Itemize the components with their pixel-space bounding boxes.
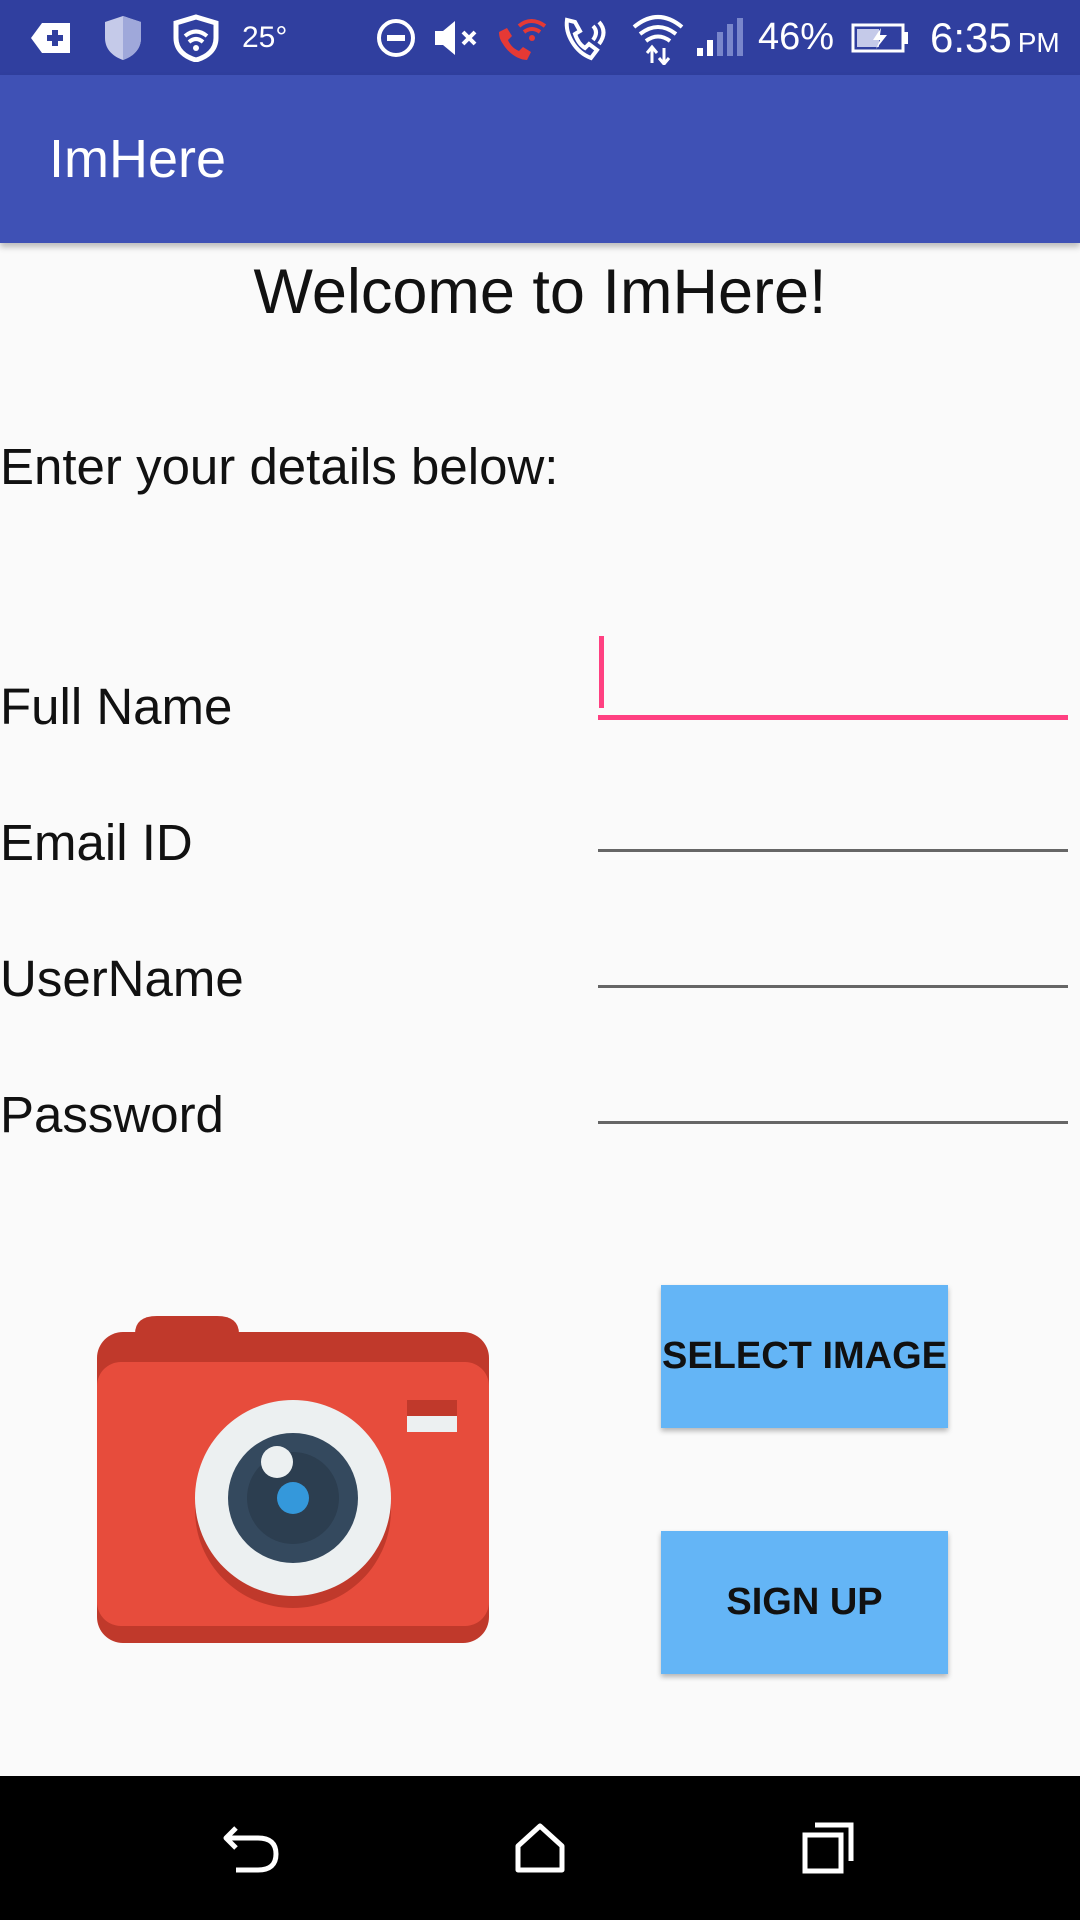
clock-text: 6:35 PM xyxy=(930,13,1060,61)
username-label: UserName xyxy=(0,950,244,1007)
full-name-field[interactable] xyxy=(598,640,1068,720)
wifi-shield-icon xyxy=(170,0,222,75)
navigation-bar xyxy=(0,1776,1080,1920)
sign-up-button[interactable]: SIGN UP xyxy=(661,1531,948,1674)
signup-screen: 25° 46% 6:35 PM ImHere Welcome to ImHere… xyxy=(0,0,1080,1920)
app-bar: ImHere xyxy=(0,75,1080,243)
full-name-label: Full Name xyxy=(0,678,233,735)
app-title: ImHere xyxy=(49,129,227,189)
email-id-label: Email ID xyxy=(0,814,193,871)
select-image-button[interactable]: SELECT IMAGE xyxy=(661,1285,948,1428)
email-field[interactable] xyxy=(598,772,1068,852)
battery-percent-text: 46% xyxy=(758,16,835,58)
password-label: Password xyxy=(0,1086,224,1143)
back-icon[interactable] xyxy=(172,1776,332,1920)
mute-icon xyxy=(432,0,486,75)
volte-icon xyxy=(560,0,610,75)
recents-icon[interactable] xyxy=(748,1776,908,1920)
wifi-call-icon xyxy=(496,0,548,75)
wifi-icon xyxy=(630,0,686,75)
camera-icon xyxy=(97,1316,489,1643)
username-field[interactable] xyxy=(598,908,1068,988)
status-bar: 25° 46% 6:35 PM xyxy=(0,0,1080,75)
subtitle-text: Enter your details below: xyxy=(0,438,559,495)
shield-icon xyxy=(98,0,148,75)
battery-charging-icon xyxy=(850,0,910,75)
text-cursor xyxy=(599,636,604,708)
do-not-disturb-icon xyxy=(374,0,418,75)
message-plus-icon xyxy=(28,0,74,75)
welcome-heading: Welcome to ImHere! xyxy=(253,257,827,327)
home-icon[interactable] xyxy=(460,1776,620,1920)
password-field[interactable] xyxy=(598,1044,1068,1124)
signal-icon xyxy=(694,0,744,75)
temperature-text: 25° xyxy=(242,20,288,54)
